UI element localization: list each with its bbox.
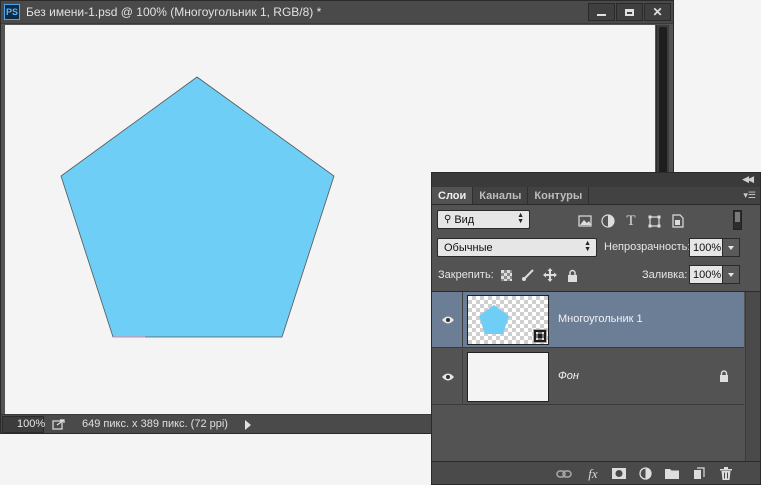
layer-row-background[interactable]: Фон xyxy=(432,349,744,405)
lock-label: Закрепить: xyxy=(438,269,494,281)
smart-object-filter-icon[interactable] xyxy=(669,212,687,230)
layers-list: Многоугольник 1 Фон xyxy=(432,291,760,462)
adjustment-filter-icon[interactable] xyxy=(599,212,617,230)
tab-paths[interactable]: Контуры xyxy=(528,187,590,204)
lock-pixels-icon[interactable] xyxy=(521,268,535,282)
fill-dropdown-button[interactable] xyxy=(723,265,740,284)
panel-header-bar[interactable]: ◀◀ xyxy=(432,173,760,187)
maximize-button[interactable] xyxy=(616,3,643,21)
folder-icon[interactable] xyxy=(663,466,681,481)
opacity-dropdown-button[interactable] xyxy=(723,238,740,257)
blend-mode-value: Обычные xyxy=(444,241,493,254)
opacity-label: Непрозрачность: xyxy=(604,241,691,253)
search-icon: ⚲ xyxy=(444,214,452,225)
status-menu-arrow-icon[interactable] xyxy=(245,420,251,430)
tab-channels[interactable]: Каналы xyxy=(473,187,529,204)
minimize-icon xyxy=(597,13,606,16)
document-title: Без имени-1.psd @ 100% (Многоугольник 1,… xyxy=(26,5,322,19)
close-icon: ✕ xyxy=(652,5,663,19)
layer-thumbnail[interactable] xyxy=(467,352,549,402)
mask-icon[interactable] xyxy=(610,466,628,481)
eye-icon[interactable] xyxy=(440,371,456,383)
document-info: 649 пикс. x 389 пикс. (72 ppi) xyxy=(82,418,228,430)
opacity-field[interactable]: 100% xyxy=(689,238,723,257)
document-titlebar[interactable]: PS Без имени-1.psd @ 100% (Многоугольник… xyxy=(1,1,673,24)
layer-name[interactable]: Фон xyxy=(558,370,579,382)
fx-icon[interactable]: fx xyxy=(584,466,602,481)
lock-position-icon[interactable] xyxy=(543,268,557,282)
pentagon-shape[interactable] xyxy=(60,76,335,338)
panel-menu-icon[interactable]: ▾☰ xyxy=(743,190,756,201)
new-layer-icon[interactable] xyxy=(690,466,708,481)
shape-layer-icon xyxy=(533,329,547,343)
layer-name[interactable]: Многоугольник 1 xyxy=(558,313,643,325)
adjustment-icon[interactable] xyxy=(636,466,654,481)
double-chevron-icon[interactable]: ◀◀ xyxy=(742,174,754,185)
lock-transparency-icon[interactable] xyxy=(499,268,513,282)
type-filter-icon[interactable]: T xyxy=(622,212,640,230)
zoom-level-field[interactable]: 100% xyxy=(2,415,45,433)
window-controls: ✕ xyxy=(588,3,671,21)
scrollbar-thumb[interactable] xyxy=(659,27,667,177)
trash-icon[interactable] xyxy=(717,466,735,481)
filter-kind-select[interactable]: ⚲ Вид ▲ ▼ xyxy=(437,210,530,229)
filter-toggle[interactable] xyxy=(733,210,742,230)
visibility-divider xyxy=(462,292,463,348)
filter-kind-label: Вид xyxy=(454,213,475,226)
panel-bottom-toolbar: fx xyxy=(432,461,760,484)
fill-label: Заливка: xyxy=(642,269,688,281)
layer-filter-row: ⚲ Вид ▲ ▼ T xyxy=(432,207,760,233)
layer-row-polygon[interactable]: Многоугольник 1 xyxy=(432,292,744,348)
layers-panel: ◀◀ Слои Каналы Контуры ▾☰ ⚲ Вид ▲ ▼ T Об… xyxy=(431,172,761,485)
visibility-divider xyxy=(462,349,463,405)
image-filter-icon[interactable] xyxy=(576,212,594,230)
link-icon[interactable] xyxy=(555,466,573,481)
lock-all-icon[interactable] xyxy=(565,268,579,282)
blend-mode-select[interactable]: Обычные ▲ ▼ xyxy=(437,238,597,257)
tab-layers[interactable]: Слои xyxy=(432,187,474,204)
select-spinner-icon: ▲ ▼ xyxy=(584,240,591,253)
fill-field[interactable]: 100% xyxy=(689,265,723,284)
lock-row: Закрепить: Заливка: 100% xyxy=(432,265,760,287)
close-button[interactable]: ✕ xyxy=(644,3,671,21)
shape-filter-icon[interactable] xyxy=(645,212,663,230)
blend-mode-row: Обычные ▲ ▼ Непрозрачность: 100% xyxy=(432,236,760,260)
photoshop-workspace: PS Без имени-1.psd @ 100% (Многоугольник… xyxy=(0,0,761,485)
photoshop-app-icon: PS xyxy=(4,4,20,20)
layers-scrollbar[interactable] xyxy=(745,292,760,462)
maximize-icon xyxy=(625,8,634,16)
select-spinner-icon: ▲ ▼ xyxy=(517,212,524,225)
minimize-button[interactable] xyxy=(588,3,615,21)
eye-icon[interactable] xyxy=(440,314,456,326)
export-icon[interactable] xyxy=(50,416,68,433)
panel-tabs: Слои Каналы Контуры ▾☰ xyxy=(432,187,760,205)
lock-icon xyxy=(718,369,730,383)
